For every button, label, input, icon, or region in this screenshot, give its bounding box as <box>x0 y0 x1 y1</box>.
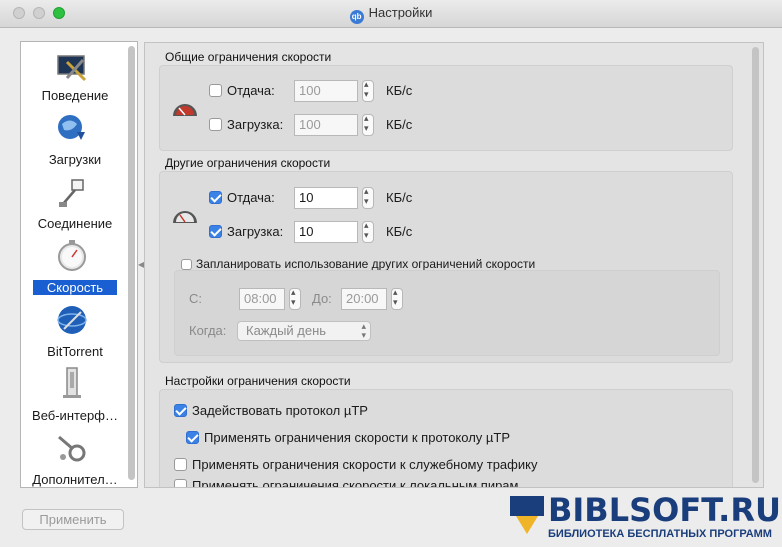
globe-download-icon <box>58 115 85 140</box>
settings-title: Настройки ограничения скорости <box>165 374 351 388</box>
schedule-box: С: 08:00 До: 20:00 Когда: Каждый день ▴▾ <box>174 270 720 356</box>
global-download-input[interactable]: 100 <box>294 114 358 136</box>
overhead-label: Применять ограничения скорости к служебн… <box>192 457 538 472</box>
global-upload-label: Отдача: <box>227 83 275 98</box>
settings-box: Задействовать протокол µTP Применять огр… <box>159 389 733 488</box>
window-title: Настройки <box>368 5 433 20</box>
alt-download-unit: КБ/с <box>386 224 413 239</box>
monitor-tools-icon <box>57 55 87 82</box>
schedule-to-label: До: <box>312 291 332 306</box>
schedule-from-input[interactable]: 08:00 <box>239 288 285 310</box>
global-upload-unit: КБ/с <box>386 83 413 98</box>
select-arrows-icon: ▴ ▾ <box>361 321 366 340</box>
schedule-checkbox[interactable] <box>181 259 192 270</box>
overhead-checkbox[interactable] <box>174 458 187 471</box>
sidebar-item-bittorrent[interactable]: BitTorrent <box>21 344 129 359</box>
watermark-text: BIBLSOFT.RU <box>548 491 781 529</box>
schedule-to-stepper[interactable] <box>391 287 403 310</box>
sidebar-scrollbar[interactable] <box>128 46 135 480</box>
speedometer-icon <box>173 104 197 116</box>
schedule-when-select[interactable]: Каждый день ▴ ▾ <box>237 321 371 341</box>
watermark-subtitle: БИБЛИОТЕКА БЕСПЛАТНЫХ ПРОГРАММ <box>548 528 772 540</box>
global-download-checkbox[interactable] <box>209 118 222 131</box>
global-limits-box: Отдача: 100 КБ/с Загрузка: 100 КБ/с <box>159 65 733 151</box>
schedule-to-input[interactable]: 20:00 <box>341 288 387 310</box>
alt-upload-checkbox[interactable] <box>209 191 222 204</box>
sidebar-item-advanced[interactable]: Дополнител… <box>21 472 129 487</box>
schedule-from-stepper[interactable] <box>289 287 301 310</box>
content-scrollbar[interactable] <box>752 47 759 483</box>
watermark: BIBLSOFT.RU БИБЛИОТЕКА БЕСПЛАТНЫХ ПРОГРА… <box>506 490 782 547</box>
lan-label: Применять ограничения скорости к локальн… <box>192 478 519 488</box>
utp-label: Задействовать протокол µTP <box>192 403 368 418</box>
settings-sidebar[interactable]: Поведение Загрузки Соединение Скорость B… <box>20 41 138 488</box>
schedule-from-label: С: <box>189 291 202 306</box>
qbittorrent-app-icon: qb <box>349 10 364 24</box>
global-download-stepper[interactable] <box>362 113 374 136</box>
alt-download-checkbox[interactable] <box>209 225 222 238</box>
watermark-arrow-icon <box>510 496 544 534</box>
alt-upload-stepper[interactable] <box>362 186 374 209</box>
apply-button[interactable]: Применить <box>22 509 124 530</box>
global-limits-title: Общие ограничения скорости <box>165 50 332 64</box>
alt-download-input[interactable]: 10 <box>294 221 358 243</box>
alt-limits-box: Отдача: 10 КБ/с Загрузка: 10 КБ/с Заплан… <box>159 171 733 363</box>
utp-checkbox[interactable] <box>174 404 187 417</box>
alt-download-label: Загрузка: <box>227 224 284 239</box>
global-upload-stepper[interactable] <box>362 79 374 102</box>
sidebar-item-connection[interactable]: Соединение <box>21 216 129 231</box>
schedule-when-value: Каждый день <box>246 323 327 338</box>
network-plug-icon <box>59 179 84 207</box>
bittorrent-globe-icon <box>57 306 87 334</box>
schedule-when-label: Когда: <box>189 323 227 338</box>
window-title-wrap: qb Настройки <box>0 5 782 24</box>
global-download-label: Загрузка: <box>227 117 284 132</box>
alt-upload-unit: КБ/с <box>386 190 413 205</box>
lan-checkbox[interactable] <box>174 479 187 487</box>
sidebar-item-behavior[interactable]: Поведение <box>21 88 129 103</box>
alt-speedometer-icon <box>173 211 197 223</box>
server-tower-icon <box>63 367 81 398</box>
alt-download-stepper[interactable] <box>362 220 374 243</box>
sidebar-item-webui[interactable]: Веб-интерф… <box>21 408 129 423</box>
sidebar-item-speed[interactable]: Скорость <box>33 280 117 295</box>
alt-limits-title: Другие ограничения скорости <box>165 156 331 170</box>
wrench-gears-icon <box>58 435 86 462</box>
utp-limits-checkbox[interactable] <box>186 431 199 444</box>
global-download-unit: КБ/с <box>386 117 413 132</box>
sidebar-item-downloads[interactable]: Загрузки <box>21 152 129 167</box>
global-upload-input[interactable]: 100 <box>294 80 358 102</box>
title-bar: qb Настройки <box>0 0 782 28</box>
global-upload-checkbox[interactable] <box>209 84 222 97</box>
alt-upload-input[interactable]: 10 <box>294 187 358 209</box>
schedule-label: Запланировать использование других огран… <box>196 257 536 271</box>
utp-limits-label: Применять ограничения скорости к протоко… <box>204 430 511 445</box>
alt-upload-label: Отдача: <box>227 190 275 205</box>
stopwatch-icon <box>58 240 86 271</box>
speed-settings-panel: Общие ограничения скорости Отдача: 100 К… <box>144 42 764 488</box>
